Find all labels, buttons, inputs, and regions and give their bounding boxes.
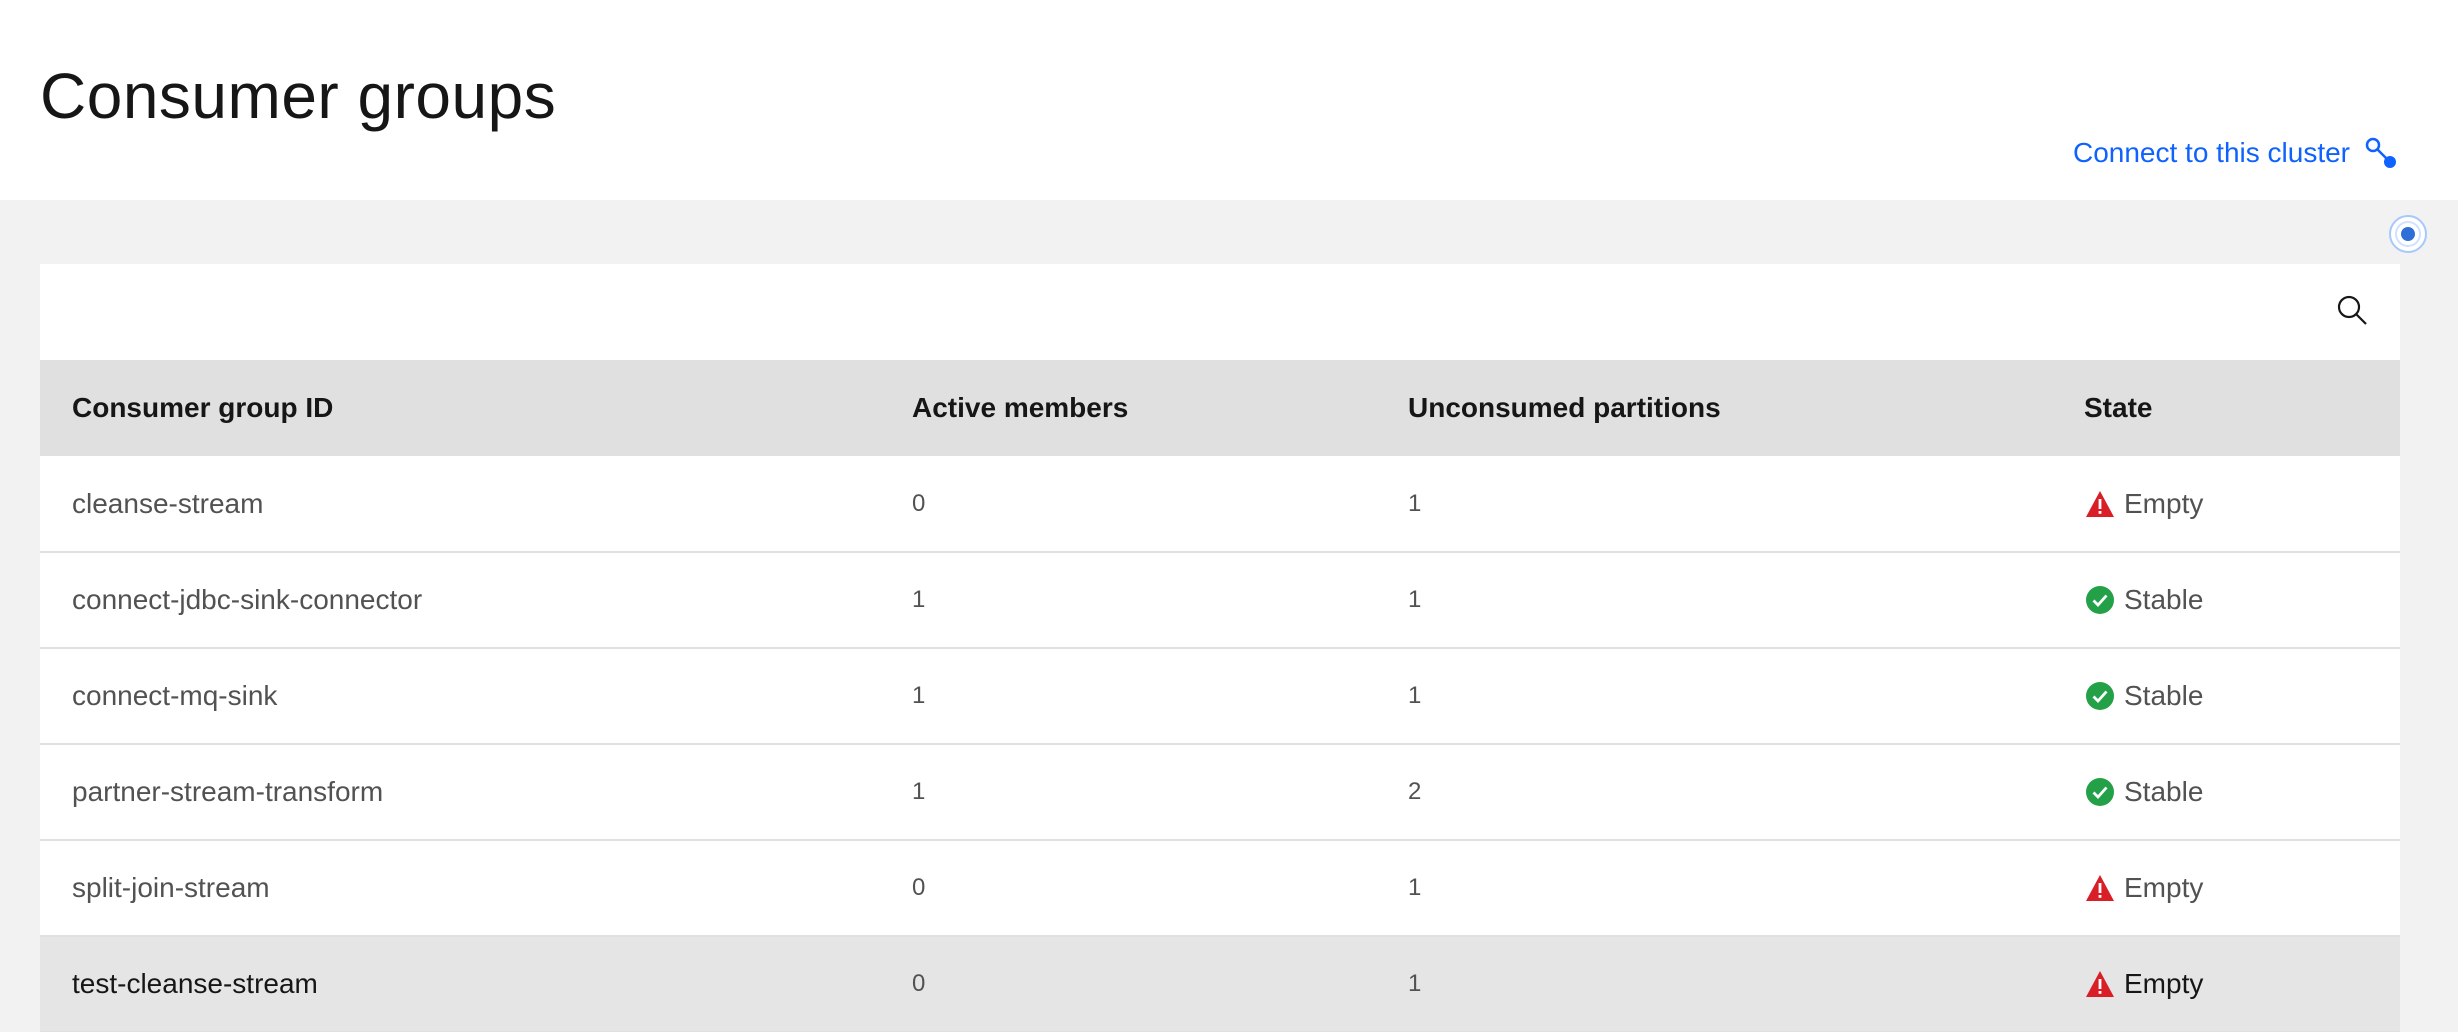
connect-to-cluster-link[interactable]: Connect to this cluster bbox=[2073, 133, 2398, 173]
state-label: Empty bbox=[2124, 487, 2204, 519]
consumer-group-id-cell: test-cleanse-stream bbox=[40, 936, 880, 1032]
state-cell: Empty bbox=[2052, 840, 2400, 937]
key-icon bbox=[2364, 136, 2398, 170]
unconsumed-partitions-cell: 1 bbox=[1376, 936, 2052, 1032]
column-header-state[interactable]: State bbox=[2052, 360, 2400, 456]
checkmark-icon bbox=[2084, 680, 2116, 712]
checkmark-icon bbox=[2084, 584, 2116, 616]
table-row[interactable]: connect-mq-sink 1 1 Stable bbox=[40, 648, 2400, 745]
column-header-unconsumed-partitions[interactable]: Unconsumed partitions bbox=[1376, 360, 2052, 456]
table-row[interactable]: split-join-stream 0 1 Empty bbox=[40, 840, 2400, 937]
unconsumed-partitions-cell: 2 bbox=[1376, 744, 2052, 841]
unconsumed-partitions-cell: 1 bbox=[1376, 552, 2052, 649]
consumer-groups-table: Consumer group ID Active members Unconsu… bbox=[40, 360, 2400, 1032]
table-toolbar bbox=[40, 264, 2400, 360]
active-members-cell: 1 bbox=[880, 744, 1376, 841]
table-row[interactable]: test-cleanse-stream 0 1 Empty bbox=[40, 936, 2400, 1032]
page-title: Consumer groups bbox=[40, 60, 557, 132]
warning-icon bbox=[2084, 488, 2116, 520]
state-label: Stable bbox=[2124, 584, 2204, 615]
unconsumed-partitions-cell: 1 bbox=[1376, 840, 2052, 937]
state-cell: Stable bbox=[2052, 648, 2400, 745]
state-cell: Stable bbox=[2052, 744, 2400, 841]
warning-icon bbox=[2084, 968, 2116, 1000]
page-header: Consumer groups Connect to this cluster bbox=[0, 0, 2458, 200]
consumer-group-id-cell: connect-mq-sink bbox=[40, 648, 880, 745]
checkmark-icon bbox=[2084, 776, 2116, 808]
state-label: Stable bbox=[2124, 680, 2204, 711]
active-members-cell: 1 bbox=[880, 648, 1376, 745]
table-row[interactable]: cleanse-stream 0 1 Empty bbox=[40, 456, 2400, 553]
active-members-cell: 0 bbox=[880, 936, 1376, 1032]
state-cell: Empty bbox=[2052, 456, 2400, 553]
consumer-group-id-cell: split-join-stream bbox=[40, 840, 880, 937]
unconsumed-partitions-cell: 1 bbox=[1376, 648, 2052, 745]
search-icon bbox=[2336, 294, 2368, 331]
active-members-cell: 0 bbox=[880, 840, 1376, 937]
table-header-row: Consumer group ID Active members Unconsu… bbox=[40, 360, 2400, 456]
state-label: Stable bbox=[2124, 776, 2204, 807]
consumer-group-id-cell: cleanse-stream bbox=[40, 456, 880, 553]
active-members-cell: 0 bbox=[880, 456, 1376, 553]
consumer-groups-table-container: Consumer group ID Active members Unconsu… bbox=[40, 264, 2400, 1032]
connect-link-label: Connect to this cluster bbox=[2072, 137, 2350, 168]
warning-icon bbox=[2084, 872, 2116, 904]
column-header-consumer-group-id[interactable]: Consumer group ID bbox=[40, 360, 880, 456]
state-cell: Stable bbox=[2052, 552, 2400, 649]
consumer-group-id-cell: partner-stream-transform bbox=[40, 744, 880, 841]
table-row[interactable]: connect-jdbc-sink-connector 1 1 Stable bbox=[40, 552, 2400, 649]
state-cell: Empty bbox=[2052, 936, 2400, 1032]
state-label: Empty bbox=[2124, 872, 2204, 903]
tour-hotspot-icon[interactable] bbox=[2388, 214, 2428, 254]
column-header-active-members[interactable]: Active members bbox=[880, 360, 1376, 456]
active-members-cell: 1 bbox=[880, 552, 1376, 649]
unconsumed-partitions-cell: 1 bbox=[1376, 456, 2052, 553]
table-row[interactable]: partner-stream-transform 1 2 Stable bbox=[40, 744, 2400, 841]
state-label: Empty bbox=[2124, 968, 2204, 999]
consumer-group-id-cell: connect-jdbc-sink-connector bbox=[40, 552, 880, 649]
search-button[interactable] bbox=[2332, 292, 2372, 332]
